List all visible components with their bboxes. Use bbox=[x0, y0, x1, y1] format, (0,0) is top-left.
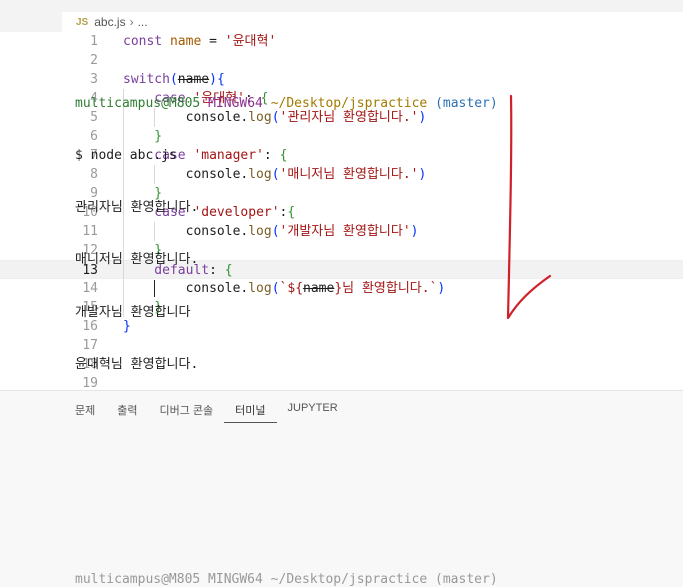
line-number: 1 bbox=[90, 34, 98, 49]
prompt-path: ~/Desktop/jspractice bbox=[270, 95, 428, 111]
panel-tab[interactable]: JUPYTER bbox=[277, 399, 349, 423]
terminal-output-1: 관리자님 환영합니다. bbox=[75, 200, 199, 216]
terminal-output-2: 매니저님 환영합니다. bbox=[75, 252, 199, 268]
prompt-shell: MINGW64 bbox=[208, 95, 263, 111]
terminal-command: $ node abc.js bbox=[75, 148, 177, 164]
terminal-partial-prompt: multicampus@M805 MINGW64 ~/Desktop/jspra… bbox=[75, 572, 498, 587]
terminal-output-4: 윤대혁님 환영합니다. bbox=[75, 356, 199, 372]
code-text: const name = '윤대혁' bbox=[123, 32, 276, 51]
code-line[interactable]: 1 const name = '윤대혁' bbox=[0, 32, 683, 51]
terminal-prompt: multicampus@M805 MINGW64 ~/Desktop/jspra… bbox=[75, 95, 498, 112]
prompt-branch: (master) bbox=[435, 95, 498, 111]
breadcrumb: JS abc.js › ... bbox=[62, 12, 683, 32]
panel-tabs: 문제 출력 디버그 콘솔 터미널 JUPYTER bbox=[0, 399, 349, 423]
code-token: const bbox=[123, 34, 170, 49]
panel-tab[interactable]: 문제 bbox=[0, 399, 106, 423]
panel-tab[interactable]: 출력 bbox=[106, 399, 148, 423]
breadcrumb-more[interactable]: ... bbox=[138, 15, 148, 29]
prompt-user: multicampus@M805 bbox=[75, 95, 201, 111]
code-token: = bbox=[201, 34, 225, 49]
code-token: '윤대혁' bbox=[224, 34, 277, 49]
code-token: name bbox=[169, 34, 202, 49]
chevron-right-icon: › bbox=[129, 15, 134, 29]
panel-tab[interactable]: 디버그 콘솔 bbox=[149, 399, 225, 423]
terminal-output-3: 개발자님 환영합니다 bbox=[75, 304, 191, 320]
terminal[interactable]: multicampus@M805 MINGW64 ~/Desktop/jspra… bbox=[75, 60, 498, 391]
js-file-icon: JS bbox=[76, 16, 89, 28]
bottom-panel: 문제 출력 디버그 콘솔 터미널 JUPYTER bbox=[0, 390, 683, 577]
breadcrumb-file[interactable]: abc.js bbox=[94, 15, 125, 29]
panel-tab[interactable]: 터미널 bbox=[224, 399, 277, 423]
